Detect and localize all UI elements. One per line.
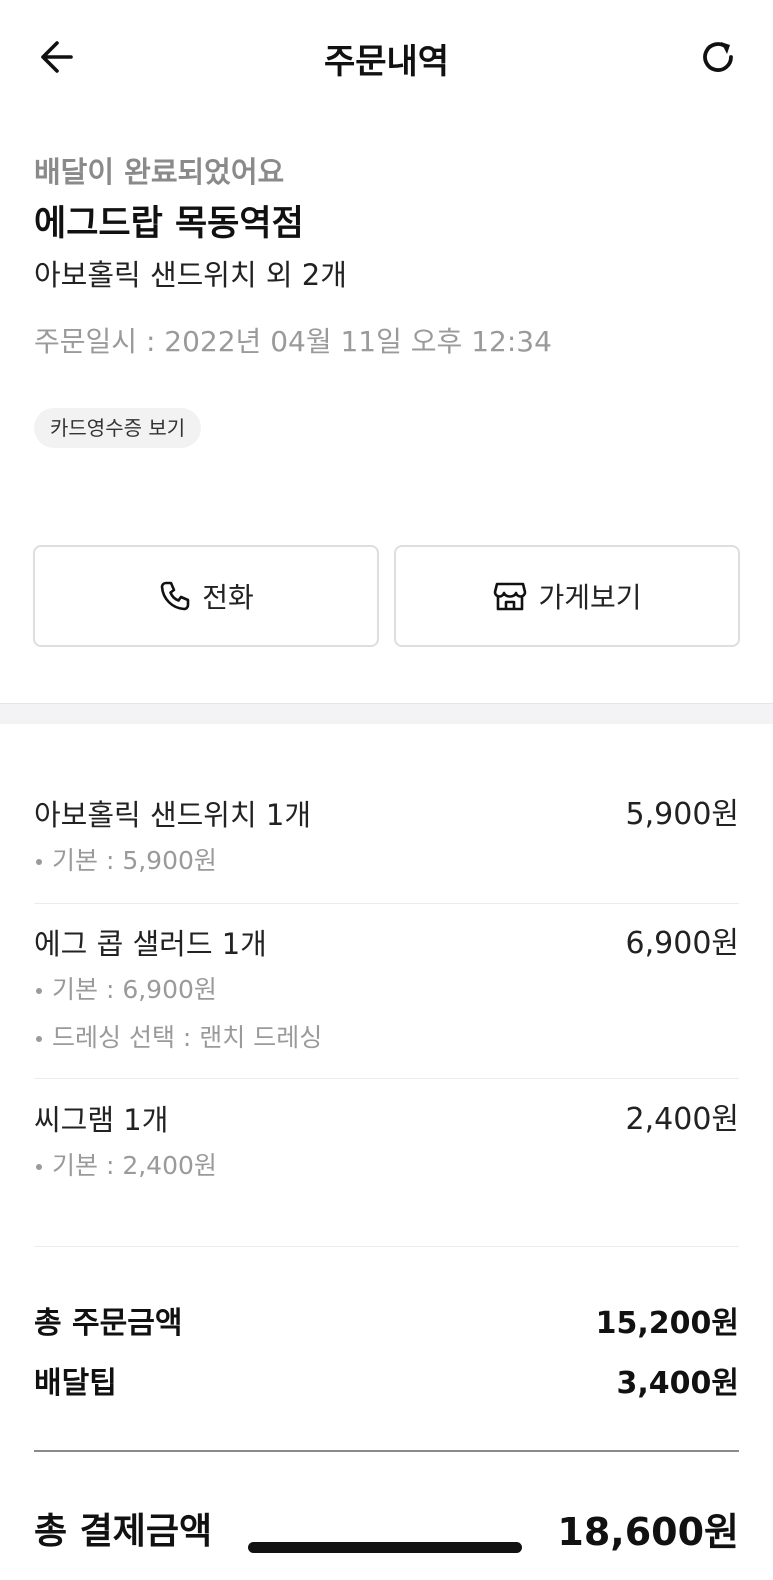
grand-total-label: 총 결제금액 [34,1511,213,1552]
bullet-icon [36,1036,42,1042]
order-total-row: 총 주문금액 15,200원 [34,1290,739,1350]
order-item-list: 5,900원 아보홀릭 샌드위치 1개 기본 : 5,900원 6,900원 에… [34,728,739,1247]
phone-icon [160,581,190,611]
refresh-button[interactable] [693,32,743,82]
item-option: 드레싱 선택 : 랜치 드레싱 [34,1014,739,1062]
list-item: 5,900원 아보홀릭 샌드위치 1개 기본 : 5,900원 [34,728,739,904]
view-store-button-label: 가게보기 [538,581,642,614]
delivery-tip-row: 배달팁 3,400원 [34,1350,739,1410]
item-option: 기본 : 2,400원 [34,1142,739,1190]
totals-section: 총 주문금액 15,200원 배달팁 3,400원 [34,1290,739,1410]
totals-divider [34,1450,739,1452]
page-title: 주문내역 [323,42,450,82]
order-summary: 배달이 완료되었어요 에그드랍 목동역점 아보홀릭 샌드위치 외 2개 주문일시… [34,150,739,448]
item-price: 2,400원 [625,1102,739,1137]
item-option-text: 기본 : 2,400원 [52,1151,217,1180]
view-store-button[interactable]: 가게보기 [394,545,740,647]
bullet-icon [36,988,42,994]
call-button[interactable]: 전화 [33,545,379,647]
grand-total-value: 18,600원 [557,1509,739,1554]
refresh-icon [703,42,733,72]
store-name: 에그드랍 목동역점 [34,204,304,244]
store-icon [494,582,527,611]
item-option-text: 기본 : 6,900원 [52,975,217,1004]
card-receipt-button[interactable]: 카드영수증 보기 [34,408,202,448]
delivery-tip-label: 배달팁 [34,1366,117,1401]
header: 주문내역 [0,0,773,112]
item-option: 기본 : 5,900원 [34,837,739,885]
delivery-tip-value: 3,400원 [616,1366,740,1401]
item-option-text: 드레싱 선택 : 랜치 드레싱 [52,1023,323,1052]
order-total-label: 총 주문금액 [34,1306,183,1341]
call-button-label: 전화 [202,581,254,614]
section-divider [0,703,773,724]
item-price: 6,900원 [625,926,739,961]
order-total-value: 15,200원 [595,1306,739,1341]
item-option: 기본 : 6,900원 [34,966,739,1014]
list-item: 2,400원 씨그램 1개 기본 : 2,400원 [34,1079,739,1247]
bullet-icon [36,859,42,865]
action-row: 전화 가게보기 [33,545,740,647]
home-indicator[interactable] [248,1542,522,1553]
list-item: 6,900원 에그 콥 샐러드 1개 기본 : 6,900원 드레싱 선택 : … [34,904,739,1079]
order-date: 주문일시 : 2022년 04월 11일 오후 12:34 [34,325,552,358]
item-price: 5,900원 [625,797,739,832]
item-option-text: 기본 : 5,900원 [52,846,217,875]
delivery-status: 배달이 완료되었어요 [34,155,285,189]
order-items-summary: 아보홀릭 샌드위치 외 2개 [34,258,347,292]
bullet-icon [36,1164,42,1170]
